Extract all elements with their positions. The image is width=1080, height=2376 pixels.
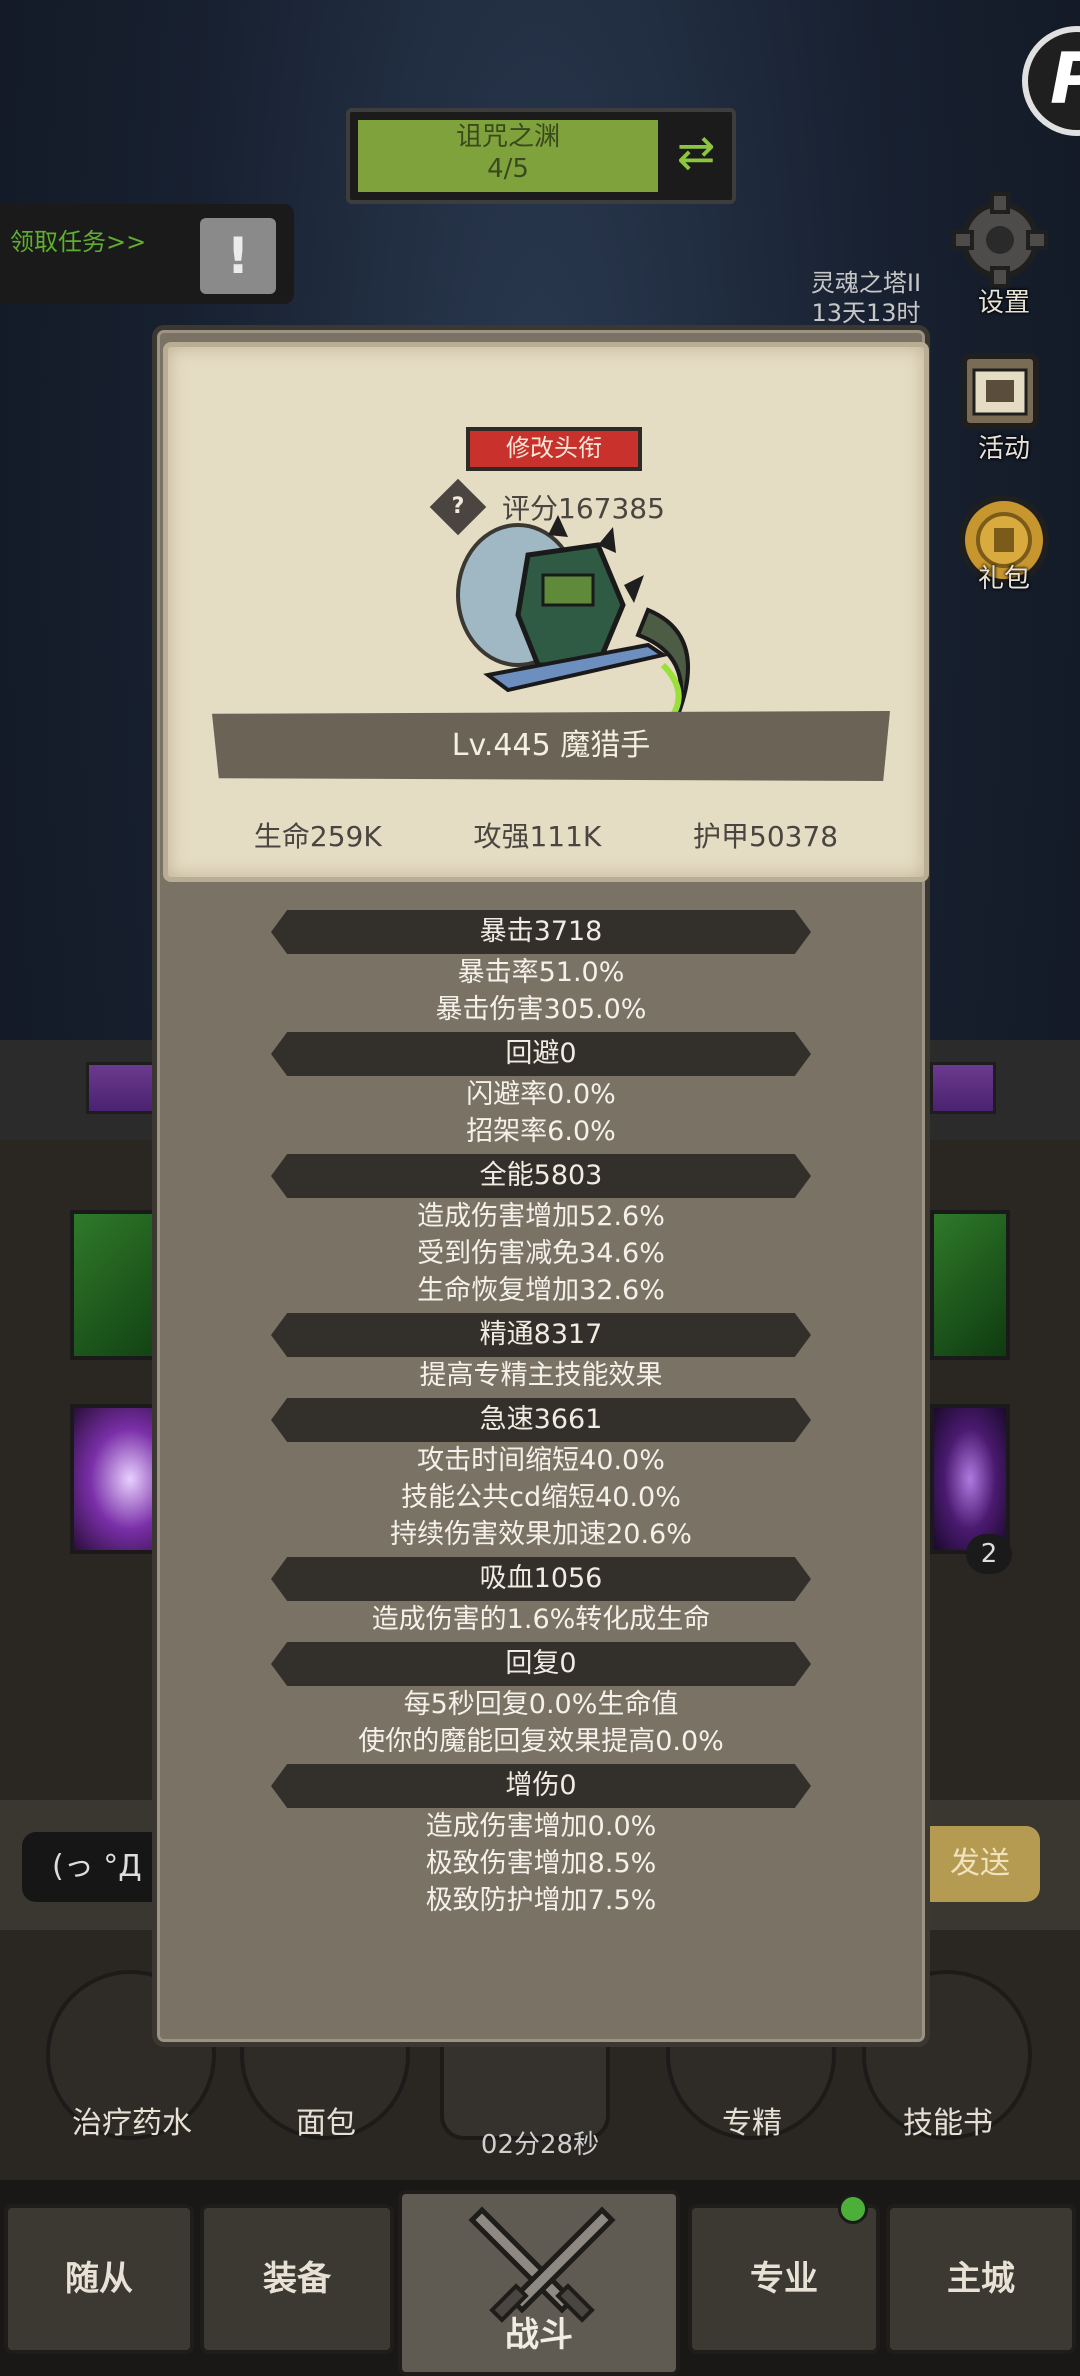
attribute-group: 全能5803 造成伤害增加52.6% 受到伤害减免34.6% 生命恢复增加32.6% [157,1154,925,1309]
stat-attack: 攻强111K [473,820,602,853]
character-stats-popup: 修改头衔 ? 评分167385 Lv.445 魔猎手 生命259K 攻强111K… [152,325,930,2047]
core-stats: 生命259K 攻强111K 护甲50378 [168,815,924,855]
attribute-header: 增伤0 [271,1764,811,1808]
attribute-detail: 生命恢复增加32.6% [417,1275,665,1306]
notification-dot [838,2194,868,2224]
quick-label-skillbook: 技能书 [903,2106,993,2141]
attribute-detail: 技能公共cd缩短40.0% [401,1482,681,1513]
attribute-detail: 每5秒回复0.0%生命值 [403,1689,679,1720]
stat-armor: 护甲50378 [693,820,839,853]
hero-portrait [456,515,690,717]
tower-name: 灵魂之塔II [810,269,922,297]
quick-label-bread: 面包 [296,2106,356,2141]
attribute-detail: 使你的魔能回复效果提高0.0% [358,1726,724,1757]
attribute-group: 精通8317 提高专精主技能效果 [157,1313,925,1394]
attribute-group: 增伤0 造成伤害增加0.0% 极致伤害增加8.5% 极致防护增加7.5% [157,1764,925,1919]
tower-timer: 13天13时 [811,299,921,327]
attribute-group: 回避0 闪避率0.0% 招架率6.0% [157,1032,925,1150]
events-label[interactable]: 活动 [944,428,1064,465]
attribute-detail: 招架率6.0% [466,1116,616,1147]
soul-tower-label[interactable]: 灵魂之塔II 13天13时 [796,268,936,328]
attribute-group: 急速3661 攻击时间缩短40.0% 技能公共cd缩短40.0% 持续伤害效果加速20… [157,1398,925,1553]
tab-followers[interactable]: 随从 [4,2204,194,2354]
attribute-detail: 攻击时间缩短40.0% [417,1445,665,1476]
attribute-header: 急速3661 [271,1398,811,1442]
change-title-button[interactable]: 修改头衔 [466,427,642,471]
logo-letter-icon: P [1050,38,1080,120]
calendar-icon[interactable] [950,340,1050,440]
attribute-header: 暴击3718 [271,910,811,954]
task-bar[interactable]: 领取任务>> ! [0,204,294,304]
attribute-header: 精通8317 [271,1313,811,1357]
attribute-detail: 暴击伤害305.0% [435,994,647,1025]
stage-progress: 4/5 [487,154,529,184]
attribute-header: 吸血1056 [271,1557,811,1601]
attribute-header: 回复0 [271,1642,811,1686]
gift-label[interactable]: 礼包 [944,558,1064,595]
attribute-detail: 闪避率0.0% [466,1079,616,1110]
attribute-detail: 造成伤害增加0.0% [425,1811,657,1842]
attribute-detail: 持续伤害效果加速20.6% [390,1519,692,1550]
quick-label-potion: 治疗药水 [72,2106,192,2141]
tab-main-city[interactable]: 主城 [886,2204,1076,2354]
tab-equipment[interactable]: 装备 [200,2204,394,2354]
quick-label-spec: 专精 [722,2106,782,2141]
attribute-detail: 受到伤害减免34.6% [417,1238,665,1269]
chest-timer: 02分28秒 [480,2130,600,2160]
attribute-detail: 造成伤害的1.6%转化成生命 [371,1604,711,1635]
attribute-header: 回避0 [271,1032,811,1076]
tab-battle-label: 战斗 [505,2315,573,2355]
attribute-detail: 极致伤害增加8.5% [425,1848,657,1879]
stage-indicator[interactable]: 诅咒之渊 4/5 ⇄ [346,108,736,204]
attribute-list: 暴击3718 暴击率51.0% 暴击伤害305.0% 回避0 闪避率0.0% 招架率6.0… [157,910,925,1923]
skill-tile-4[interactable] [930,1404,1010,1554]
attribute-detail: 极致防护增加7.5% [425,1885,657,1916]
attribute-header: 全能5803 [271,1154,811,1198]
refresh-icon[interactable]: ⇄ [668,124,724,180]
gear-icon[interactable] [950,190,1050,290]
settings-label[interactable]: 设置 [944,282,1064,319]
portrait-card: 修改头衔 ? 评分167385 Lv.445 魔猎手 生命259K 攻强111K… [163,342,929,882]
claim-task-link[interactable]: 领取任务>> [10,222,146,257]
stat-health: 生命259K [253,820,382,853]
hero-name: Lv.445 魔猎手 [451,728,651,763]
skill-tile-3[interactable] [930,1210,1010,1360]
attribute-group: 吸血1056 造成伤害的1.6%转化成生命 [157,1557,925,1638]
tab-profession[interactable]: 专业 [688,2204,880,2354]
item-count-badge: 2 [966,1534,1012,1574]
attribute-group: 回复0 每5秒回复0.0%生命值使你的魔能回复效果提高0.0% [157,1642,925,1760]
tab-battle[interactable]: 战斗 [398,2190,680,2376]
attribute-group: 暴击3718 暴击率51.0% 暴击伤害305.0% [157,910,925,1028]
stage-title: 诅咒之渊 [455,122,560,152]
attribute-detail: 造成伤害增加52.6% [417,1201,665,1232]
alert-icon[interactable]: ! [200,218,276,294]
hero-name-banner: Lv.445 魔猎手 [212,711,890,781]
progress-bar-right [930,1062,996,1114]
attribute-detail: 提高专精主技能效果 [419,1360,663,1391]
attribute-detail: 暴击率51.0% [457,957,625,988]
